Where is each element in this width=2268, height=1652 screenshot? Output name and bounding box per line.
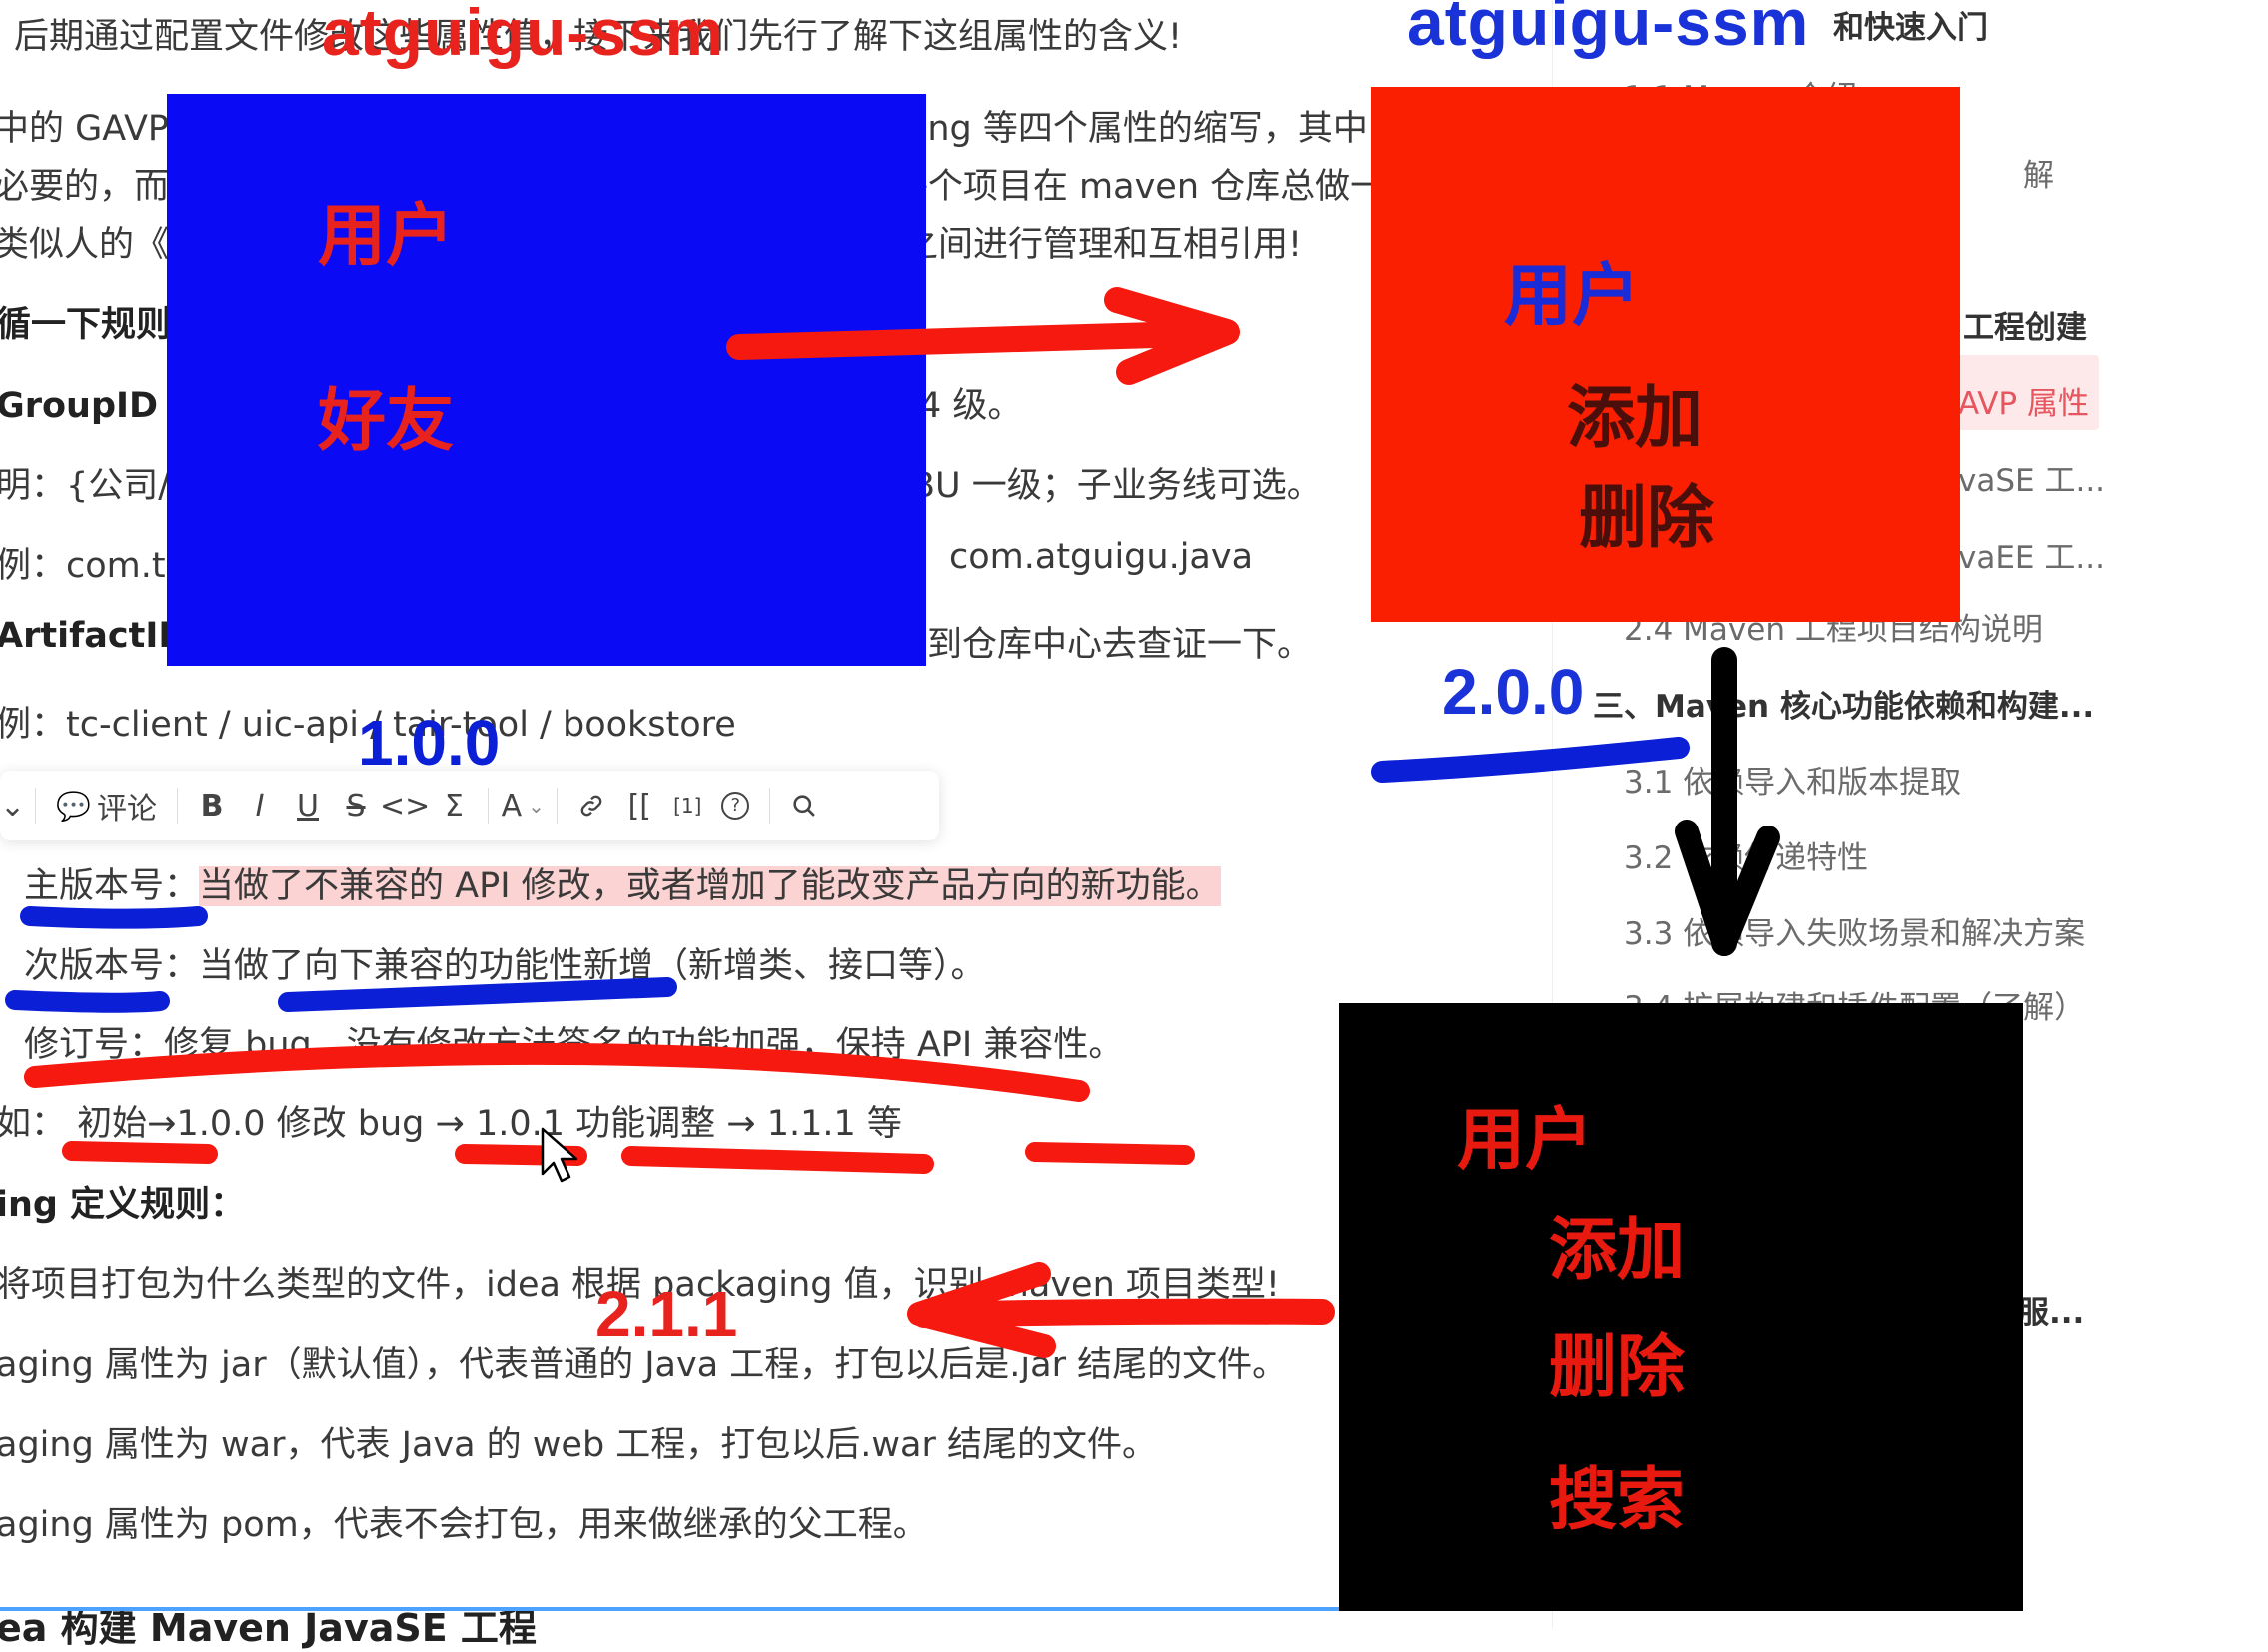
annotation-strokes xyxy=(5,287,1780,1358)
underline-blue-major xyxy=(20,906,208,929)
arrow-left-red xyxy=(911,1298,1335,1328)
underline-blue-minor-label xyxy=(5,990,170,1013)
underline-blue-2-0-0 xyxy=(1371,737,1690,783)
underline-red-example-4 xyxy=(1025,1142,1195,1165)
underline-red-example-1 xyxy=(62,1141,218,1164)
underline-blue-minor-text xyxy=(278,977,677,1012)
arrow-right-red xyxy=(726,320,1237,360)
underline-red-patch xyxy=(24,1042,1090,1102)
underline-red-example-3 xyxy=(621,1146,934,1174)
mouse-cursor-icon xyxy=(541,1127,578,1183)
